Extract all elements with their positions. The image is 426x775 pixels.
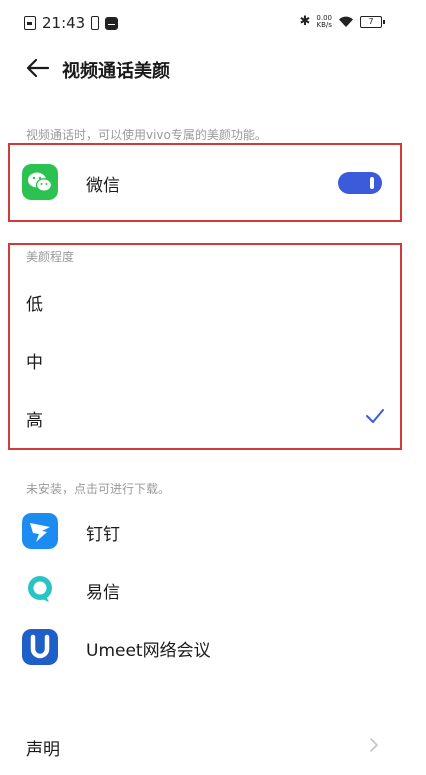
beauty-option-label: 低 — [26, 295, 43, 315]
declaration-row[interactable]: 声明 — [0, 720, 426, 770]
bluetooth-icon: ✱ — [299, 14, 311, 29]
app-row-yixin[interactable]: 易信 — [0, 560, 426, 618]
status-left: 21:43 — [24, 14, 119, 32]
app-label-yixin: 易信 — [86, 583, 120, 603]
status-bar: 21:43 ✱ 0.00 KB/s 7 — [0, 0, 426, 46]
app-label-wechat: 微信 — [86, 176, 120, 196]
wechat-icon — [22, 164, 58, 200]
status-right: ✱ 0.00 KB/s 7 — [299, 13, 385, 29]
app-label-umeet: Umeet网络会议 — [86, 641, 211, 661]
net-speed: 0.00 KB/s — [316, 13, 332, 29]
wifi-icon — [339, 16, 353, 27]
wechat-beauty-toggle[interactable] — [338, 172, 382, 194]
toggle-knob — [370, 177, 374, 189]
beauty-level-section-label: 美颜程度 — [26, 250, 75, 264]
title-bar: 视频通话美颜 — [0, 46, 426, 90]
chevron-right-icon — [370, 738, 378, 752]
page-title: 视频通话美颜 — [62, 61, 170, 82]
yixin-icon — [22, 571, 58, 607]
beauty-option-medium[interactable]: 中 — [10, 330, 400, 388]
intro-hint: 视频通话时，可以使用vivo专属的美颜功能。 — [26, 128, 267, 142]
back-arrow-icon[interactable] — [24, 56, 52, 80]
dingtalk-icon — [22, 513, 58, 549]
app-row-umeet[interactable]: Umeet网络会议 — [0, 618, 426, 676]
beauty-option-label: 高 — [26, 411, 43, 431]
phone-icon — [91, 16, 100, 30]
declaration-label: 声明 — [26, 740, 60, 760]
beauty-option-high[interactable]: 高 — [10, 388, 400, 446]
app-row-wechat[interactable]: 微信 — [0, 153, 426, 211]
checkmark-icon — [366, 409, 384, 423]
not-installed-hint: 未安装，点击可进行下载。 — [26, 482, 171, 496]
beauty-option-label: 中 — [26, 353, 43, 373]
app-row-dingtalk[interactable]: 钉钉 — [0, 502, 426, 560]
app-label-dingtalk: 钉钉 — [86, 525, 120, 545]
status-time: 21:43 — [42, 14, 86, 32]
umeet-icon — [22, 629, 58, 665]
battery-icon: 7 — [360, 15, 385, 28]
sim-card-icon — [24, 16, 36, 30]
message-icon — [105, 16, 119, 30]
beauty-option-low[interactable]: 低 — [10, 272, 400, 330]
